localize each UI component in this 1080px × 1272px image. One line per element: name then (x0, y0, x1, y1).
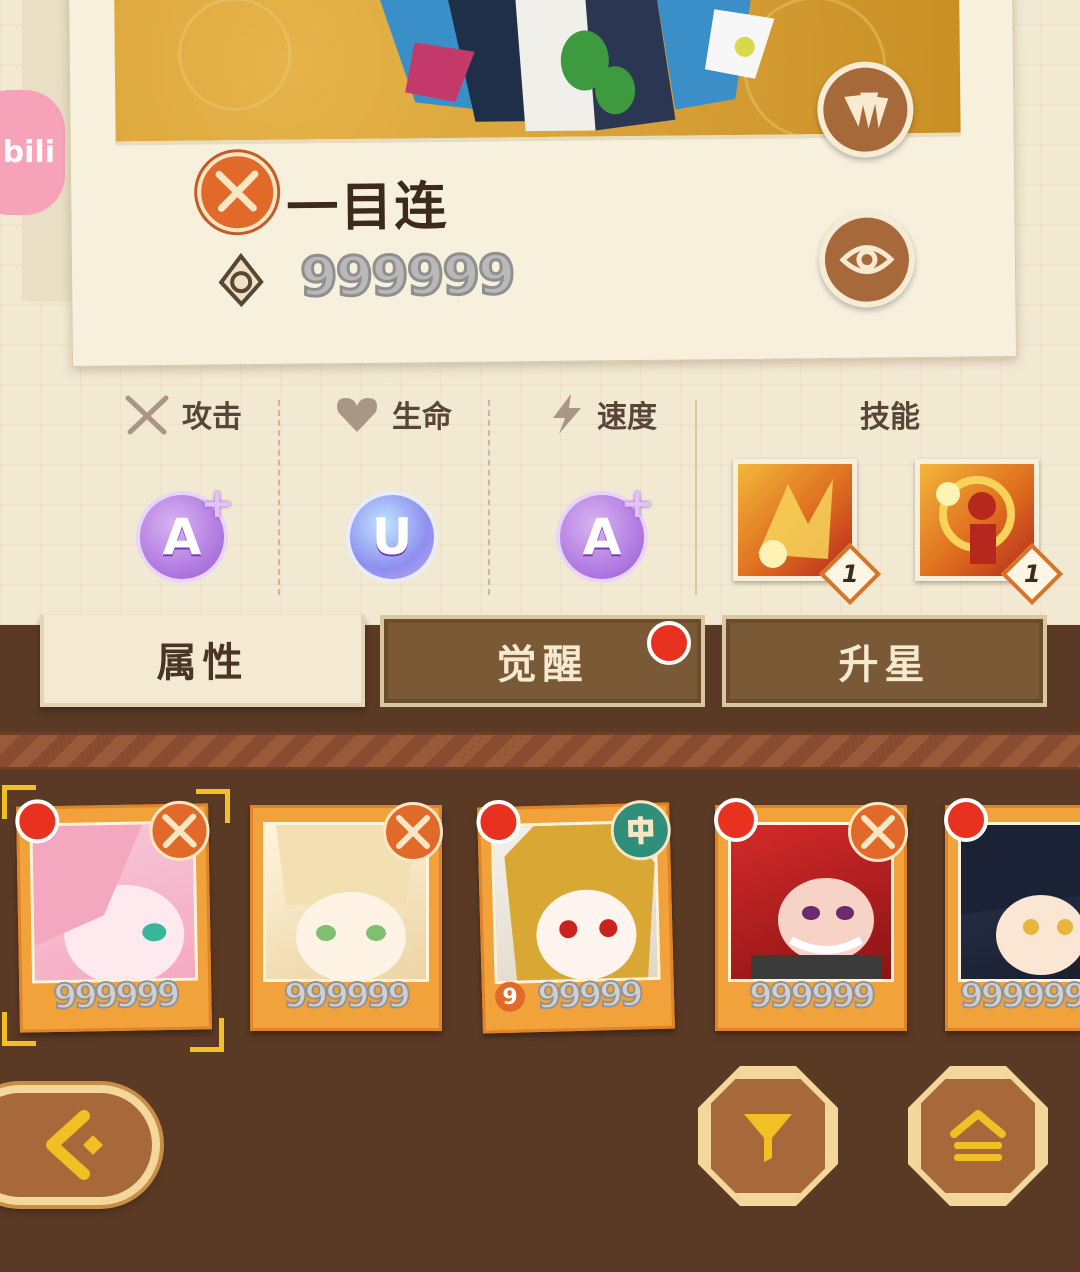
class-badge (196, 151, 278, 233)
eye-icon (839, 245, 895, 275)
eye-button[interactable] (818, 211, 916, 309)
crossed-swords-icon (215, 170, 259, 212)
hero-card[interactable]: 99999 9 (475, 799, 675, 1034)
stat-divider (488, 400, 490, 595)
tab-awaken[interactable]: 觉醒 (380, 615, 705, 707)
bilibili-badge[interactable]: bili (0, 90, 65, 215)
stat-speed: 速度 A + (532, 392, 672, 583)
cards-icon (844, 92, 889, 129)
character-power: 999999 (298, 242, 515, 310)
character-detail-panel: bili 一目连 999999 攻击 A + 生命 U 速度 A + 技能 1 … (0, 0, 1080, 625)
skills-header: 技能 (860, 400, 920, 435)
collapse-icon (950, 1110, 1006, 1161)
tab-star-up[interactable]: 升星 (722, 615, 1047, 707)
decorative-band (0, 732, 1080, 770)
tab-attributes[interactable]: 属性 (40, 615, 365, 707)
character-name: 一目连 (286, 176, 449, 239)
skills-divider (695, 400, 697, 595)
support-class-icon (609, 799, 672, 862)
power-icon (217, 252, 266, 312)
notification-dot (647, 621, 691, 665)
crossed-swords-icon (125, 395, 169, 435)
filter-icon (744, 1114, 792, 1162)
speed-grade-badge[interactable]: A + (556, 481, 654, 583)
hero-card[interactable]: 999999 (14, 798, 212, 1033)
attack-class-icon (383, 802, 443, 862)
stat-health: 生命 U (322, 392, 462, 583)
skill-2-icon[interactable]: 1 (915, 459, 1064, 606)
hero-card[interactable]: 999999 (714, 798, 908, 1031)
stat-attack: 攻击 A + (112, 392, 252, 583)
notification-dot (714, 798, 758, 842)
hero-portrait (958, 822, 1080, 982)
hero-card[interactable]: 999999 (944, 798, 1080, 1031)
attack-class-icon (148, 800, 211, 862)
attack-class-icon (848, 802, 908, 862)
character-photo-card: 一目连 999999 (68, 0, 1017, 367)
lightning-icon (553, 394, 581, 434)
heart-icon (337, 398, 377, 432)
cards-button[interactable] (816, 61, 914, 159)
back-arrow-icon (46, 1110, 103, 1180)
health-grade-badge[interactable]: U (346, 491, 438, 583)
stat-divider (278, 400, 280, 595)
hero-card[interactable]: 999999 (250, 802, 443, 1031)
attack-grade-badge[interactable]: A + (136, 481, 234, 583)
skill-1-icon[interactable]: 1 (733, 459, 882, 606)
back-button[interactable] (0, 1085, 160, 1205)
notification-dot (944, 798, 988, 842)
